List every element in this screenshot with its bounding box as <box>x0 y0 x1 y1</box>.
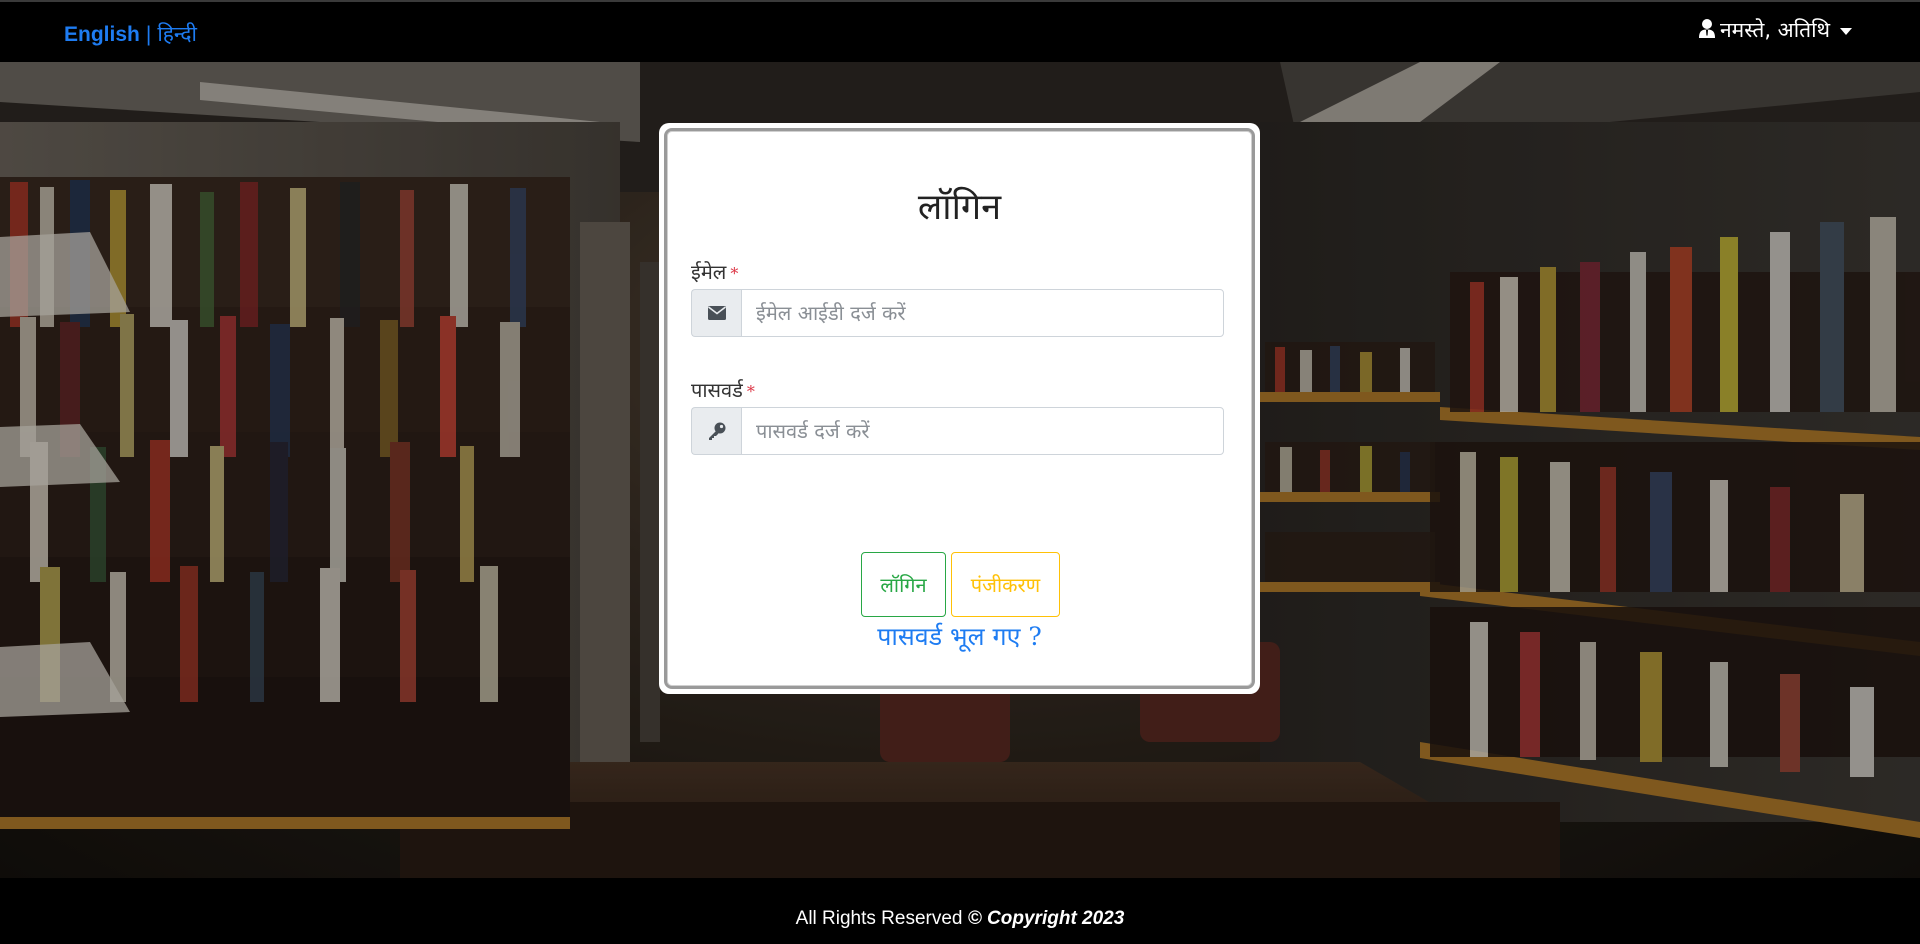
login-title: लॉगिन <box>917 187 1002 228</box>
footer-rights: All Rights Reserved <box>795 908 963 929</box>
email-input-group <box>691 289 1224 337</box>
user-icon <box>1698 18 1720 43</box>
password-label-text: पासवर्ड <box>691 378 743 402</box>
user-dropdown[interactable]: नमस्ते, अतिथि <box>1698 16 1852 44</box>
email-required-mark: * <box>730 264 739 283</box>
action-buttons: लॉगिन पंजीकरण <box>667 552 1252 617</box>
language-switcher: English | हिन्दी <box>64 20 197 48</box>
email-label: ईमेल * <box>691 258 738 285</box>
password-input-group <box>691 407 1224 455</box>
chevron-down-icon <box>1840 27 1852 35</box>
top-navbar: English | हिन्दी नमस्ते, अतिथि <box>0 0 1920 62</box>
lang-english-link[interactable]: English <box>64 23 140 46</box>
password-required-mark: * <box>746 382 755 401</box>
user-greeting: नमस्ते, अतिथि <box>1719 18 1830 42</box>
footer: All Rights Reserved © Copyright 2023 <box>0 878 1920 944</box>
lang-separator: | <box>145 23 152 46</box>
password-label: पासवर्ड * <box>691 376 755 403</box>
password-field[interactable] <box>741 407 1224 455</box>
email-label-text: ईमेल <box>691 260 727 284</box>
login-button[interactable]: लॉगिन <box>861 552 946 617</box>
login-card-inner: लॉगिन ईमेल* पासवर्ड* <box>664 128 1255 689</box>
key-icon <box>691 407 741 455</box>
forgot-password-link[interactable]: पासवर्ड भूल गए ? <box>667 619 1252 653</box>
lang-hindi-link[interactable]: हिन्दी <box>157 23 197 46</box>
footer-copyright: © Copyright 2023 <box>967 908 1125 929</box>
email-field[interactable] <box>741 289 1224 337</box>
envelope-icon <box>691 289 741 337</box>
register-button[interactable]: पंजीकरण <box>951 552 1060 617</box>
login-card: लॉगिन ईमेल* पासवर्ड* <box>659 123 1260 694</box>
